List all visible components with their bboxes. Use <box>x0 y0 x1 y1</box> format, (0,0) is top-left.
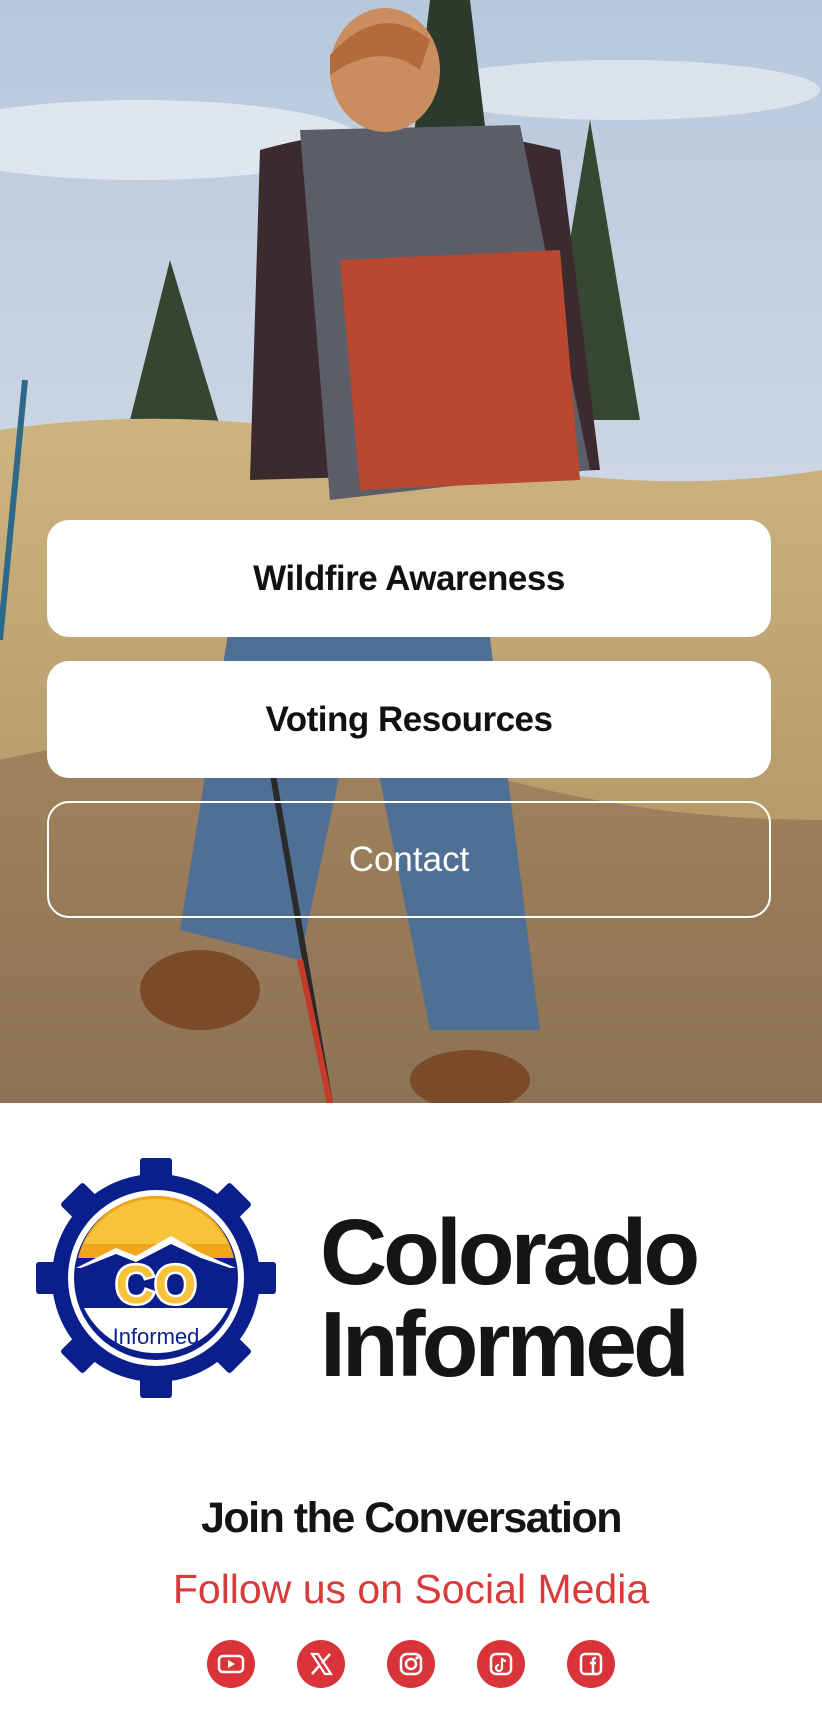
follow-social-subheading: Follow us on Social Media <box>172 1566 650 1612</box>
hero-section: Wildfire Awareness Voting Resources Cont… <box>0 0 822 1103</box>
contact-button[interactable]: Contact <box>47 801 771 918</box>
youtube-icon[interactable] <box>207 1640 255 1688</box>
facebook-icon[interactable] <box>567 1640 615 1688</box>
x-icon[interactable] <box>297 1640 345 1688</box>
instagram-icon[interactable] <box>387 1640 435 1688</box>
brand-name: Colorado Informed <box>320 1200 700 1396</box>
voting-resources-button[interactable]: Voting Resources <box>47 661 771 778</box>
wildfire-awareness-button[interactable]: Wildfire Awareness <box>47 520 771 637</box>
svg-text:CO: CO <box>116 1255 197 1315</box>
social-icons-row <box>0 1640 822 1688</box>
brand-name-line1: Colorado <box>320 1200 700 1304</box>
logo-informed-text: Informed <box>113 1324 200 1349</box>
join-conversation-heading: Join the Conversation <box>200 1494 623 1542</box>
brand-name-line2: Informed <box>320 1292 690 1396</box>
tiktok-icon[interactable] <box>477 1640 525 1688</box>
colorado-informed-logo: CO Informed <box>36 1158 276 1398</box>
